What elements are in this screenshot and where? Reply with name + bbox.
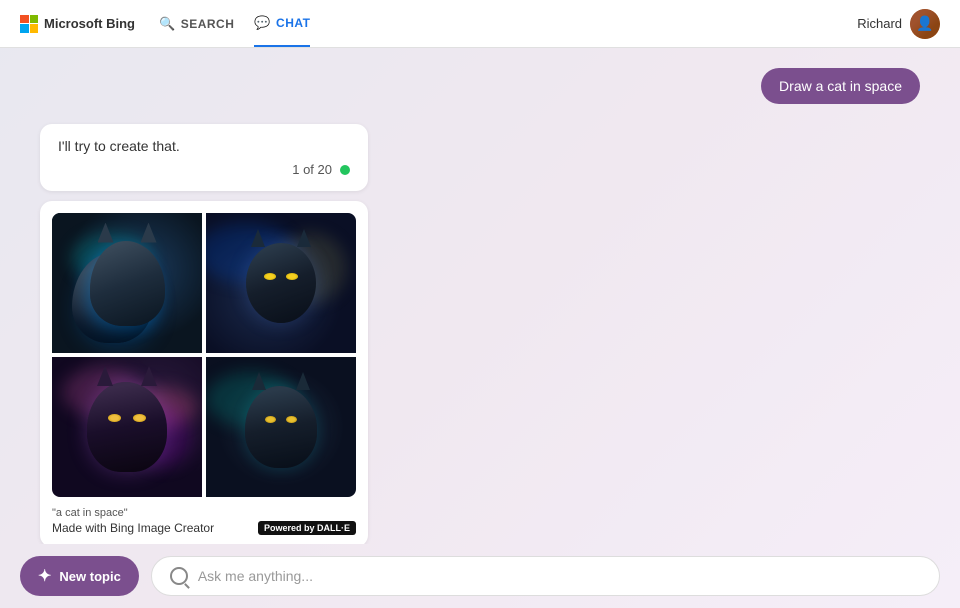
cat-image-4[interactable] bbox=[206, 357, 356, 497]
image-credit-row: Made with Bing Image Creator Powered by … bbox=[52, 521, 356, 535]
cat-image-3[interactable] bbox=[52, 357, 202, 497]
cat-image-1[interactable] bbox=[52, 213, 202, 353]
cat-silhouette-3 bbox=[52, 357, 202, 497]
user-message-bubble: Draw a cat in space bbox=[761, 68, 920, 104]
chat-nav-icon: 💬 bbox=[254, 15, 271, 31]
new-topic-button[interactable]: ✦ New topic bbox=[20, 556, 139, 596]
cat-silhouette-1 bbox=[52, 213, 202, 353]
bot-message-text: I'll try to create that. bbox=[58, 138, 350, 154]
cat-image-2[interactable] bbox=[206, 213, 356, 353]
chat-input-icon bbox=[170, 567, 188, 585]
cat-silhouette-4 bbox=[206, 357, 356, 497]
avatar-image: 👤 bbox=[910, 9, 940, 39]
main-nav: 🔍 SEARCH 💬 CHAT bbox=[159, 1, 857, 47]
image-grid bbox=[52, 213, 356, 497]
status-dot bbox=[340, 165, 350, 175]
chat-area: Draw a cat in space I'll try to create t… bbox=[0, 48, 960, 544]
dalle-badge: Powered by DALL·E bbox=[258, 521, 356, 535]
nav-search[interactable]: 🔍 SEARCH bbox=[159, 2, 234, 46]
logo-area[interactable]: Microsoft Bing bbox=[20, 15, 135, 33]
credit-text: Made with Bing Image Creator bbox=[52, 521, 214, 535]
image-card: "a cat in space" Made with Bing Image Cr… bbox=[40, 201, 368, 544]
count-row: 1 of 20 bbox=[58, 162, 350, 177]
nav-chat[interactable]: 💬 CHAT bbox=[254, 1, 310, 47]
chat-input-placeholder: Ask me anything... bbox=[198, 568, 313, 584]
search-nav-icon: 🔍 bbox=[159, 16, 176, 32]
header: Microsoft Bing 🔍 SEARCH 💬 CHAT Richard 👤 bbox=[0, 0, 960, 48]
main-content: Draw a cat in space I'll try to create t… bbox=[0, 48, 960, 608]
cat-silhouette-2 bbox=[206, 213, 356, 353]
chat-input-bar[interactable]: Ask me anything... bbox=[151, 556, 940, 596]
microsoft-logo-icon bbox=[20, 15, 38, 33]
user-name: Richard bbox=[857, 16, 902, 31]
logo-text: Microsoft Bing bbox=[44, 16, 135, 31]
image-caption: "a cat in space" bbox=[52, 507, 356, 519]
avatar[interactable]: 👤 bbox=[910, 9, 940, 39]
bot-response: I'll try to create that. 1 of 20 bbox=[40, 124, 368, 544]
count-label: 1 of 20 bbox=[292, 162, 332, 177]
new-topic-icon: ✦ bbox=[38, 566, 51, 586]
new-topic-label: New topic bbox=[59, 569, 120, 584]
bot-text-bubble: I'll try to create that. 1 of 20 bbox=[40, 124, 368, 191]
user-area: Richard 👤 bbox=[857, 9, 940, 39]
bottom-bar: ✦ New topic Ask me anything... bbox=[0, 544, 960, 608]
